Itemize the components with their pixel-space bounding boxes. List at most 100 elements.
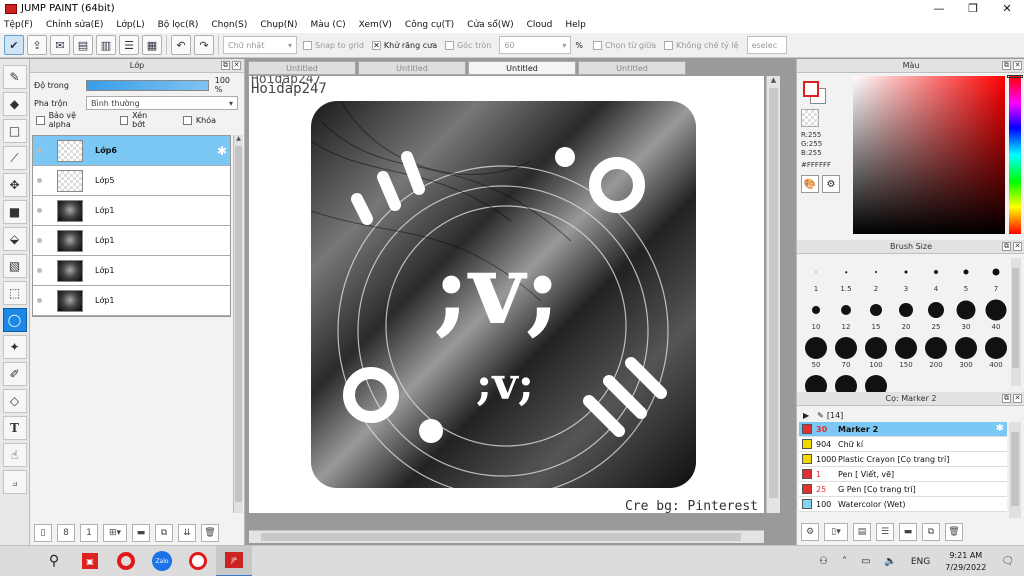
brush-size-cell[interactable]: 3 [891, 258, 921, 294]
panel-close-icon[interactable]: ✕ [1013, 61, 1022, 70]
select-rect-icon[interactable]: ⬚ [2, 281, 27, 305]
undock-icon[interactable]: ⧉ [1002, 394, 1011, 403]
scroll-up-icon[interactable]: ▲ [234, 135, 243, 145]
subtool-row[interactable]: 904 Chữ kí [799, 437, 1007, 452]
brush-size-cell[interactable]: 300 [951, 334, 981, 370]
maximize-button[interactable]: ❐ [956, 0, 990, 17]
delete-layer-icon[interactable]: 🗑 [201, 524, 219, 542]
doc-tab[interactable]: Untitled [248, 61, 356, 75]
line-icon[interactable]: ⟋ [2, 146, 27, 170]
corner-round-checkbox[interactable]: Góc tròn [445, 40, 491, 50]
scrollbar-thumb[interactable] [261, 533, 741, 541]
subtool-row[interactable]: 25 G Pen [Cọ trang trí] [799, 482, 1007, 497]
brush-size-cell[interactable]: 400 [981, 334, 1011, 370]
transparent-swatch[interactable] [801, 109, 819, 127]
panel-close-icon[interactable]: ✕ [232, 61, 241, 70]
fg-bg-swatch[interactable] [801, 79, 827, 105]
new-layer-icon[interactable]: ▯ [34, 524, 52, 542]
brush-size-cell[interactable]: 30 [951, 296, 981, 332]
visibility-icon[interactable] [33, 178, 45, 183]
layer-row[interactable]: Lớp1 [33, 286, 230, 316]
new-8bit-layer-icon[interactable]: 8 [57, 524, 75, 542]
bucket-icon[interactable]: ⬙ [2, 227, 27, 251]
brush-size-cell[interactable]: 50 [801, 334, 831, 370]
expand-triangle-icon[interactable]: ▶ [803, 411, 809, 420]
network-icon[interactable]: ▭ [861, 556, 870, 567]
add-layer-menu-icon[interactable]: ⊞▾ [103, 524, 127, 542]
move-icon[interactable]: ✥ [2, 173, 27, 197]
windows-start-icon[interactable] [0, 546, 36, 576]
rectangle-icon[interactable]: □ [2, 119, 27, 143]
delete-brush-icon[interactable]: 🗑 [945, 523, 963, 541]
brush-list-icon[interactable]: ☰ [876, 523, 894, 541]
select-pen-icon[interactable]: ✐ [2, 362, 27, 386]
menu-cloud[interactable]: Cloud [527, 20, 553, 30]
grid-check-icon[interactable]: ▦ [142, 35, 162, 55]
brush-size-cell[interactable]: 150 [891, 334, 921, 370]
brush-size-cell[interactable]: 40 [981, 296, 1011, 332]
brush-size-cell[interactable]: 7 [981, 258, 1011, 294]
visibility-icon[interactable] [33, 208, 45, 213]
add-brush-icon[interactable]: ▯▾ [824, 523, 848, 541]
menu-select[interactable]: Chọn(S) [211, 20, 247, 30]
panel-close-icon[interactable]: ✕ [1013, 242, 1022, 251]
comment-icon[interactable]: ✉ [50, 35, 70, 55]
visibility-icon[interactable] [33, 298, 45, 303]
subtool-row[interactable]: 1000 Plastic Crayon [Cọ trang trí] [799, 452, 1007, 467]
brush-size-cell[interactable]: 1 [801, 258, 831, 294]
check-icon[interactable]: ✔ [4, 35, 24, 55]
volume-icon[interactable]: 🔈 [884, 556, 896, 567]
hue-marker[interactable] [1007, 75, 1023, 78]
brush-size-cell[interactable]: 200 [921, 334, 951, 370]
brush-stack-icon[interactable]: ▤ [853, 523, 871, 541]
antialias-checkbox[interactable]: ✕ Khử răng cưa [371, 40, 437, 50]
clipping-checkbox[interactable]: Xén bớt [119, 111, 161, 129]
doc-tab[interactable]: Untitled [578, 61, 686, 75]
fill-rect-icon[interactable]: ■ [2, 200, 27, 224]
subtool-row[interactable]: 1 Pen [ Viết, vẽ] [799, 467, 1007, 482]
brush-size-cell[interactable]: 15 [861, 296, 891, 332]
panel-close-icon[interactable]: ✕ [1013, 394, 1022, 403]
lasso-icon[interactable]: ◯ [2, 308, 27, 332]
folder-icon[interactable]: ▬ [132, 524, 150, 542]
select-center-checkbox[interactable]: Chọn từ giữa [592, 40, 656, 50]
brush-size-cell[interactable]: 100 [861, 334, 891, 370]
scrollbar-thumb[interactable] [769, 88, 778, 498]
brush-folder-icon[interactable]: ▬ [899, 523, 917, 541]
hand-icon[interactable]: ☝ [2, 443, 27, 467]
brush-size-cell[interactable]: 1.5 [831, 258, 861, 294]
layer-row[interactable]: Lớp1 [33, 226, 230, 256]
scrollbar-thumb[interactable] [1012, 268, 1019, 368]
text-icon[interactable]: T [2, 416, 27, 440]
redo-icon[interactable]: ↷ [194, 35, 214, 55]
lock-checkbox[interactable]: Khóa [182, 115, 216, 125]
visibility-icon[interactable] [33, 238, 45, 243]
brush-size-cell[interactable]: 70 [831, 334, 861, 370]
magic-wand-icon[interactable]: ✦ [2, 335, 27, 359]
menu-color[interactable]: Màu (C) [311, 20, 346, 30]
brush-duplicate-icon[interactable]: ⧉ [922, 523, 940, 541]
doc-tab-active[interactable]: Untitled [468, 61, 576, 75]
opera-icon[interactable] [108, 546, 144, 576]
duplicate-icon[interactable]: ⧉ [155, 524, 173, 542]
menu-layer[interactable]: Lớp(L) [116, 20, 144, 30]
brush-icon[interactable]: ✎ [2, 65, 27, 89]
snap-to-grid-checkbox[interactable]: Snap to grid [303, 40, 364, 50]
menu-help[interactable]: Help [565, 20, 586, 30]
brush-size-cell[interactable]: 2 [861, 258, 891, 294]
brush-settings-icon[interactable]: ⚙ [801, 523, 819, 541]
menu-capture[interactable]: Chụp(N) [260, 20, 297, 30]
deselect-button[interactable]: eselec [746, 36, 787, 54]
menu-edit[interactable]: Chỉnh sửa(E) [46, 20, 103, 30]
app-red-icon[interactable]: ▣ [72, 546, 108, 576]
menu-filter[interactable]: Bộ lọc(R) [158, 20, 199, 30]
document-canvas[interactable]: Hoidap247 Hoidap247 ;v; ;v; Cre bg: Pint… [249, 76, 764, 513]
subtool-row[interactable]: 30 Marker 2 ✱ [799, 422, 1007, 437]
scroll-up-icon[interactable]: ▲ [767, 76, 780, 88]
menu-window[interactable]: Cửa sổ(W) [467, 20, 513, 30]
palette-settings-icon[interactable]: ⚙ [822, 175, 840, 193]
layer-row[interactable]: Lớp1 [33, 196, 230, 226]
menu-view[interactable]: Xem(V) [359, 20, 392, 30]
people-icon[interactable]: ⚇ [819, 556, 828, 567]
saturation-value-picker[interactable] [853, 76, 1005, 234]
